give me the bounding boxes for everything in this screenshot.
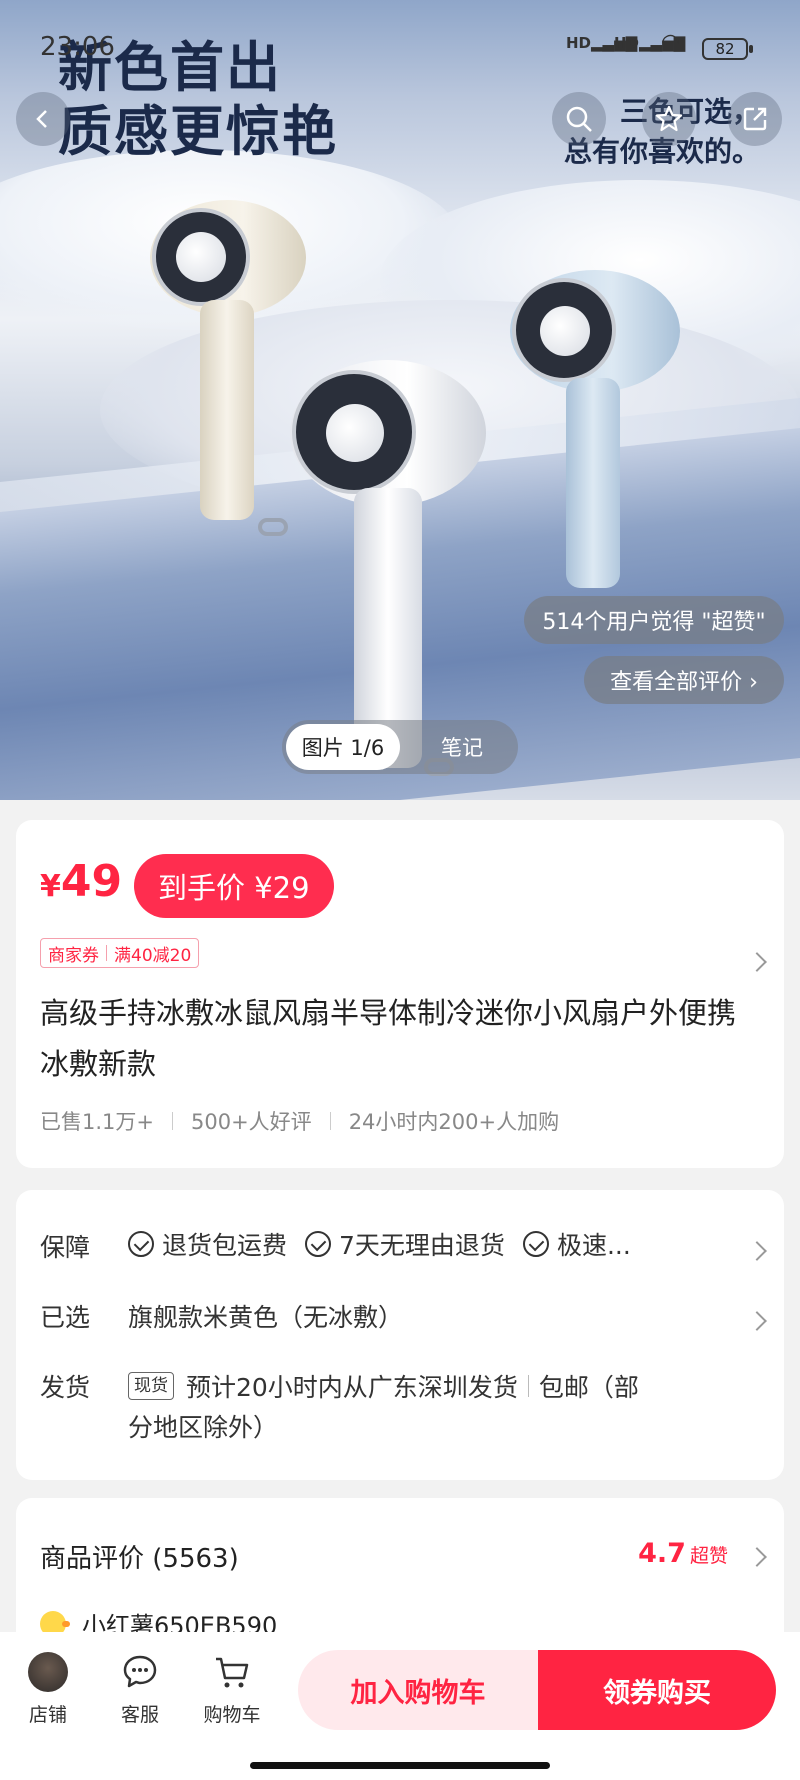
chevron-right-icon: [747, 1547, 767, 1567]
in-stock-tag: 现货: [128, 1372, 174, 1400]
product-stats: 已售1.1万+ 500+人好评 24小时内200+人加购: [40, 1106, 559, 1136]
review-score-value: 4.7: [638, 1538, 686, 1569]
shipping-line2: 分地区除外）: [128, 1413, 279, 1442]
favorite-button[interactable]: [642, 92, 696, 146]
coupon-value: 满40减20: [114, 945, 192, 966]
store-button[interactable]: 店铺: [8, 1652, 88, 1727]
final-price-text: 到手价 ¥29: [158, 871, 310, 905]
search-button[interactable]: [552, 92, 606, 146]
review-score: 4.7 超赞: [638, 1538, 728, 1569]
customer-service-button[interactable]: 客服: [100, 1652, 180, 1727]
store-label: 店铺: [28, 1704, 67, 1726]
share-button[interactable]: [728, 92, 782, 146]
fan-beige: [150, 200, 310, 540]
fan-blue: [510, 270, 680, 600]
review-score-word: 超赞: [689, 1545, 728, 1567]
status-bar: 23:06 HD▂▃▅▇ HD▂▃▅▇ ◠ 82: [0, 0, 800, 80]
view-all-reviews-button[interactable]: 查看全部评价 ›: [584, 656, 784, 704]
guarantee-label: 保障: [40, 1233, 91, 1262]
star-icon: [655, 105, 683, 132]
check-icon: [128, 1231, 154, 1257]
product-title: 高级手持冰敷冰鼠风扇半导体制冷迷你小风扇户外便携冰敷新款: [40, 996, 737, 1081]
selected-value: 旗舰款米黄色（无冰敷）: [128, 1303, 404, 1332]
wifi-icon: ◠: [662, 30, 679, 55]
home-indicator[interactable]: [250, 1762, 550, 1769]
recent-add-count: 24小时内200+人加购: [348, 1110, 560, 1134]
shipping-estimate: 预计20小时内从广东深圳发货: [186, 1373, 518, 1402]
buy-with-coupon-label: 领券购买: [603, 1677, 711, 1709]
price-value: 49: [60, 856, 123, 907]
praise-badge-text: 514个用户觉得 "超赞": [542, 610, 766, 635]
guarantee-items: 退货包运费 7天无理由退货 极速...: [128, 1226, 631, 1262]
cart-icon: [212, 1652, 252, 1692]
gallery-tabs: 图片 1/6 笔记: [282, 720, 518, 774]
price: ¥49: [40, 856, 122, 907]
add-to-cart-button[interactable]: 加入购物车: [298, 1650, 538, 1730]
info-card: 保障 退货包运费 7天无理由退货 极速... 已选 旗舰款米黄色（无冰敷） 发货…: [16, 1190, 784, 1480]
status-time: 23:06: [40, 32, 115, 62]
chevron-right-icon: [747, 1241, 767, 1261]
good-review-count: 500+人好评: [191, 1110, 312, 1134]
tab-notes[interactable]: 笔记: [422, 724, 502, 770]
reviews-title: 商品评价 (5563): [40, 1544, 239, 1574]
check-icon: [305, 1231, 332, 1257]
praise-badge: 514个用户觉得 "超赞": [524, 596, 784, 644]
selected-label: 已选: [40, 1303, 91, 1332]
chat-icon: [120, 1652, 160, 1692]
tab-images[interactable]: 图片 1/6: [286, 724, 400, 770]
coupon-label: 商家券: [48, 945, 99, 966]
check-icon: [522, 1231, 549, 1257]
add-to-cart-label: 加入购物车: [350, 1677, 486, 1709]
bottom-action-bar: 店铺 客服 购物车 加入购物车 领券购买: [0, 1632, 800, 1780]
share-icon: [743, 107, 767, 131]
free-shipping: 包邮（部: [538, 1373, 639, 1402]
shipping-label: 发货: [40, 1373, 91, 1402]
battery-icon: 82: [702, 38, 753, 60]
search-icon: [566, 106, 592, 132]
cart-button[interactable]: 购物车: [192, 1652, 272, 1727]
back-button[interactable]: [16, 92, 70, 146]
price-card: ¥49 到手价 ¥29 商家券 满40减20 高级手持冰敷冰鼠风扇半导体制冷迷你…: [16, 820, 784, 1168]
price-symbol: ¥: [40, 869, 61, 904]
back-arrow-icon: [36, 110, 47, 128]
coupon-tag[interactable]: 商家券 满40减20: [40, 938, 200, 968]
shipping-line1: 现货 预计20小时内从广东深圳发货 包邮（部: [128, 1368, 639, 1404]
view-all-reviews-label: 查看全部评价 ›: [610, 670, 758, 695]
chevron-right-icon: [747, 1311, 767, 1331]
cart-label: 购物车: [203, 1704, 261, 1726]
product-image-gallery[interactable]: 新色首出 质感更惊艳 三色可选， 总有你喜欢的。 23:06 HD▂▃▅▇ HD…: [0, 0, 800, 800]
hero-headline-line2: 质感更惊艳: [58, 100, 338, 163]
service-label: 客服: [120, 1704, 159, 1726]
sold-count: 已售1.1万+: [40, 1110, 154, 1134]
final-price-badge: 到手价 ¥29: [134, 854, 334, 918]
buy-with-coupon-button[interactable]: 领券购买: [538, 1650, 776, 1730]
chevron-right-icon[interactable]: [747, 952, 767, 972]
store-avatar: [28, 1652, 68, 1692]
